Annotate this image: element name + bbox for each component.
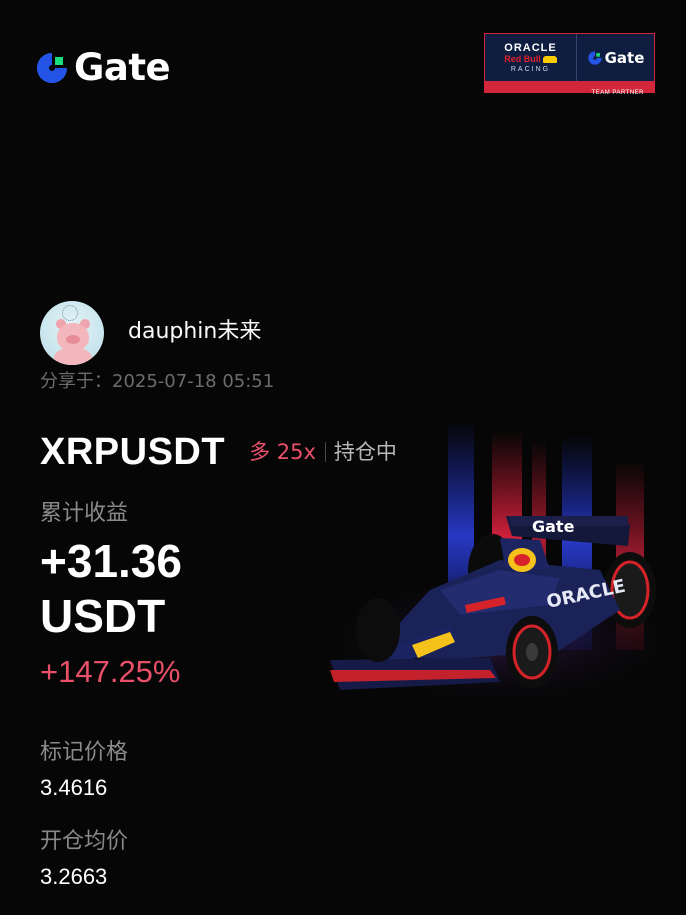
- partner-badge: ORACLE Red Bull RACING Gate TEAM PARTNER: [484, 33, 655, 96]
- gate-logo: Gate: [34, 46, 171, 89]
- pnl-percent: +147.25%: [40, 654, 181, 689]
- oracle-text: ORACLE: [504, 42, 557, 54]
- shared-label: 分享于：: [40, 371, 112, 392]
- avatar: [40, 301, 104, 365]
- mark-price-value: 3.4616: [40, 775, 108, 800]
- f1-car-illustration: Gate ORACLE: [310, 420, 686, 710]
- redbull-text: Red Bull: [504, 54, 541, 64]
- pnl-label: 累计收益: [40, 501, 129, 526]
- entry-price-value: 3.2663: [40, 864, 108, 889]
- racing-text: RACING: [510, 66, 551, 73]
- red-bull-icon: [542, 56, 557, 63]
- gate-logo-text: Gate: [74, 46, 171, 89]
- symbol: XRPUSDT: [40, 431, 226, 473]
- team-partner-text: TEAM PARTNER: [591, 90, 644, 96]
- gate-logo-icon: [37, 53, 67, 83]
- team-partner-strip: TEAM PARTNER: [485, 81, 654, 96]
- partner-gate-text: Gate: [604, 49, 645, 67]
- gate-logo-icon: [587, 51, 602, 65]
- shared-timestamp: 分享于： 2025-07-18 05:51: [40, 370, 274, 394]
- partner-gate-logo: Gate: [577, 49, 654, 67]
- entry-price-label: 开仓均价: [40, 829, 129, 854]
- pnl-unit: USDT: [40, 590, 166, 642]
- shared-time: 2025-07-18 05:51: [112, 371, 275, 392]
- red-bull-racing-logo: ORACLE Red Bull RACING: [485, 34, 577, 82]
- pnl-value: +31.36: [40, 535, 182, 587]
- share-card: Gate ORACLE Red Bull RACING Gate TEAM PA…: [0, 0, 686, 915]
- mark-price-label: 标记价格: [40, 740, 129, 765]
- username: dauphin未来: [128, 319, 262, 344]
- svg-text:Gate: Gate: [532, 517, 575, 536]
